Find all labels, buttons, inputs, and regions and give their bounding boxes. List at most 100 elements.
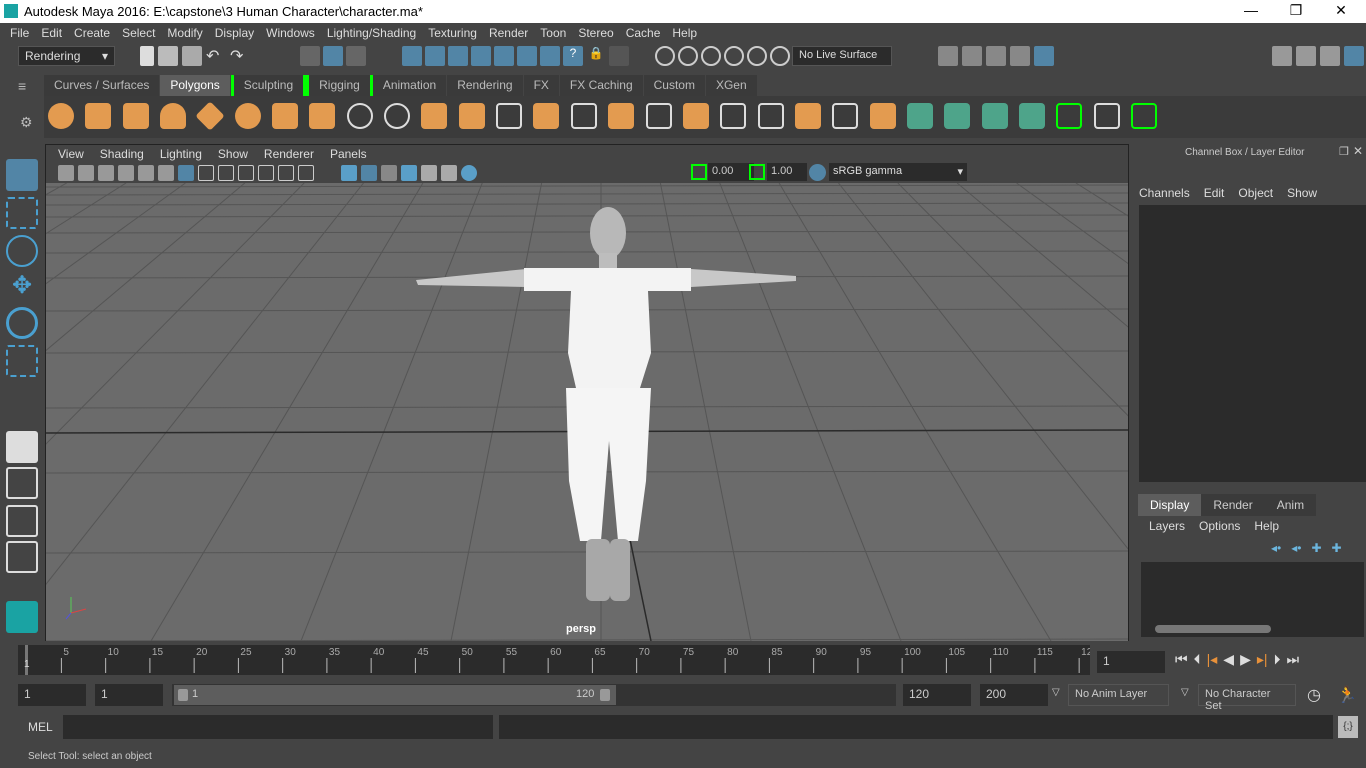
uv-unfold-icon[interactable] <box>1056 103 1083 129</box>
step-forward-key-icon[interactable]: ▸| <box>1257 651 1268 668</box>
character-set-dropdown[interactable]: No Character Set <box>1198 684 1296 712</box>
select-hierarchy-icon[interactable] <box>300 46 320 66</box>
step-forward-frame-icon[interactable]: ⏵ <box>1274 651 1281 668</box>
gamma-icon[interactable] <box>749 164 765 180</box>
go-to-start-icon[interactable]: ⏮ <box>1175 651 1188 668</box>
menu-file[interactable]: File <box>4 23 35 43</box>
bookmark-icon[interactable] <box>98 165 114 181</box>
snap-curve-icon[interactable] <box>678 46 698 66</box>
image-plane-icon[interactable] <box>118 165 134 181</box>
modeling-toolkit-icon[interactable] <box>1272 46 1292 66</box>
tab-rendering[interactable]: Rendering <box>447 75 524 96</box>
select-object-icon[interactable] <box>323 46 343 66</box>
tab-render[interactable]: Render <box>1201 494 1265 516</box>
range-slider[interactable]: 1 120 <box>174 685 616 705</box>
lights-icon[interactable] <box>421 165 437 181</box>
shelf-menu-icon[interactable]: ≡ <box>18 78 38 94</box>
shelf-settings-gear-icon[interactable]: ⚙ <box>20 114 33 131</box>
insert-edge-icon[interactable] <box>757 103 784 129</box>
close-button[interactable]: ✕ <box>1326 2 1356 19</box>
mirror-icon[interactable] <box>421 103 448 129</box>
vp-menu-lighting[interactable]: Lighting <box>152 145 210 163</box>
extrude-icon[interactable] <box>608 103 635 129</box>
poly-plane-icon[interactable] <box>195 101 226 131</box>
character-set-arrow-icon[interactable]: ▽ <box>1181 687 1189 698</box>
play-forwards-icon[interactable]: ▶ <box>1240 651 1251 668</box>
grease-pencil-icon[interactable] <box>158 165 174 181</box>
color-management-toggle-icon[interactable] <box>809 164 826 181</box>
render-view-icon[interactable] <box>938 46 958 66</box>
pick-handles-icon[interactable] <box>402 46 422 66</box>
undo-icon[interactable]: ↶ <box>206 46 226 66</box>
pick-surfaces-icon[interactable] <box>471 46 491 66</box>
poly-cylinder-icon[interactable] <box>122 103 149 129</box>
separate-icon[interactable] <box>384 103 411 129</box>
color-space-dropdown[interactable]: sRGB gamma ▾ <box>829 163 967 181</box>
command-language-label[interactable]: MEL <box>28 720 53 734</box>
new-empty-layer-icon[interactable]: ✚ <box>1311 541 1321 555</box>
field-chart-icon[interactable] <box>258 165 274 181</box>
tab-animation[interactable]: Animation <box>372 75 448 96</box>
play-backwards-icon[interactable]: ◀ <box>1223 651 1234 668</box>
vp-menu-shading[interactable]: Shading <box>92 145 152 163</box>
textured-icon[interactable] <box>401 165 417 181</box>
pick-deformers-icon[interactable] <box>494 46 514 66</box>
animation-preferences-icon[interactable]: 🏃 <box>1337 685 1357 705</box>
menu-edit[interactable]: Edit <box>35 23 68 43</box>
maximize-button[interactable]: ❐ <box>1281 2 1311 19</box>
layer-menu-options[interactable]: Options <box>1199 519 1240 533</box>
menu-select[interactable]: Select <box>116 23 161 43</box>
move-layer-down-icon[interactable]: ◂• <box>1291 541 1301 555</box>
grid-toggle-icon[interactable] <box>178 165 194 181</box>
wireframe-on-shaded-icon[interactable] <box>381 165 397 181</box>
pick-rendering-icon[interactable] <box>540 46 560 66</box>
multi-cut-icon[interactable] <box>570 103 597 129</box>
layer-list[interactable] <box>1141 562 1364 637</box>
close-panel-icon[interactable]: ✕ <box>1353 144 1363 158</box>
gate-mask-icon[interactable] <box>238 165 254 181</box>
new-scene-icon[interactable] <box>140 46 154 66</box>
highlight-selection-icon[interactable] <box>609 46 629 66</box>
move-tool-icon[interactable]: ✥ <box>6 271 38 303</box>
scale-tool-icon[interactable] <box>6 345 38 377</box>
menu-toon[interactable]: Toon <box>534 23 572 43</box>
layer-menu-help[interactable]: Help <box>1254 519 1279 533</box>
menu-help[interactable]: Help <box>666 23 703 43</box>
open-scene-icon[interactable] <box>158 46 178 66</box>
uv-layout-icon[interactable] <box>1130 103 1157 129</box>
tab-fx[interactable]: FX <box>523 75 560 96</box>
select-tool-icon[interactable] <box>6 159 38 191</box>
layer-menu-layers[interactable]: Layers <box>1149 519 1185 533</box>
playback-end-field[interactable]: 120 <box>903 684 971 706</box>
anim-layer-dropdown[interactable]: No Anim Layer <box>1068 684 1169 706</box>
tool-settings-icon[interactable] <box>1320 46 1340 66</box>
smooth-shade-icon[interactable] <box>361 165 377 181</box>
menu-texturing[interactable]: Texturing <box>422 23 483 43</box>
poly-pipe-icon[interactable] <box>309 103 336 129</box>
pick-dynamics-icon[interactable] <box>517 46 537 66</box>
vp-menu-view[interactable]: View <box>50 145 92 163</box>
fill-hole-icon[interactable] <box>869 103 896 129</box>
range-start-handle[interactable] <box>178 689 188 701</box>
graph-editor-layout-icon[interactable] <box>6 541 38 573</box>
uv-editor-icon[interactable] <box>1093 103 1120 129</box>
animation-start-field[interactable]: 1 <box>18 684 86 706</box>
bevel-icon[interactable] <box>682 103 709 129</box>
cb-menu-object[interactable]: Object <box>1238 186 1273 200</box>
select-component-icon[interactable] <box>346 46 366 66</box>
new-layer-selected-icon[interactable]: ✚ <box>1332 541 1342 555</box>
tab-anim[interactable]: Anim <box>1264 494 1317 516</box>
menuset-dropdown[interactable]: Rendering ▾ <box>18 46 115 66</box>
bridge-icon[interactable] <box>645 103 672 129</box>
tab-rigging[interactable]: Rigging <box>306 75 373 96</box>
command-line-input[interactable] <box>63 715 493 739</box>
poly-torus-icon[interactable] <box>234 103 261 129</box>
snap-surface-icon[interactable] <box>770 46 790 66</box>
poly-cube-icon[interactable] <box>85 103 112 129</box>
snap-grid-icon[interactable] <box>655 46 675 66</box>
gamma-field[interactable]: 1.00 <box>767 163 807 181</box>
menu-create[interactable]: Create <box>68 23 116 43</box>
uv-spherical-icon[interactable] <box>981 103 1008 129</box>
merge-icon[interactable] <box>794 103 821 129</box>
wireframe-icon[interactable] <box>341 165 357 181</box>
